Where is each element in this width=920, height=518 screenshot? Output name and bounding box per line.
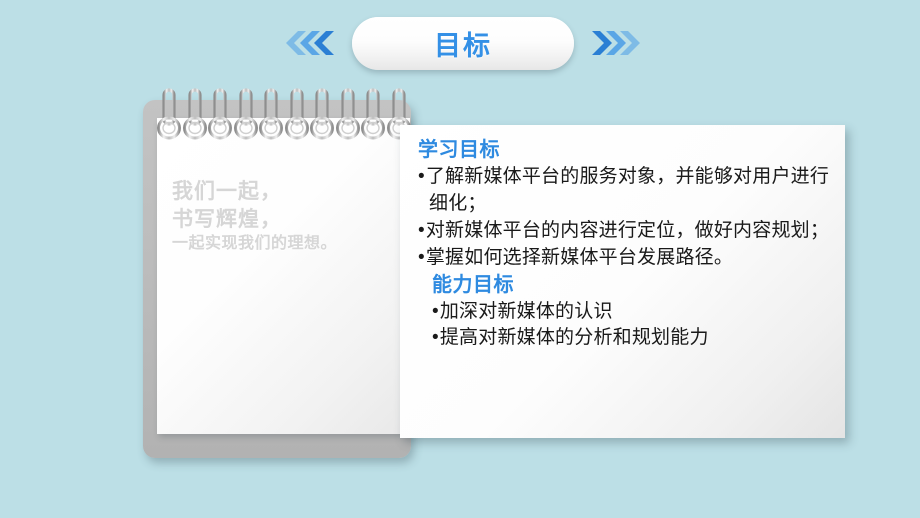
spiral-ring [284, 88, 310, 142]
slide-header: 目标 [0, 0, 920, 90]
spiral-ring [207, 88, 233, 142]
spiral-ring [182, 88, 208, 142]
spiral-ring [309, 88, 335, 142]
watermark-line-2: 书写辉煌， [172, 207, 282, 231]
section-ability-objectives: 能力目标 加深对新媒体的认识 提高对新媒体的分析和规划能力 [418, 272, 831, 351]
notepad-page [157, 118, 410, 434]
watermark-line-3: 一起实现我们的理想。 [172, 235, 338, 253]
spiral-ring [156, 88, 182, 142]
watermark-line-1: 我们一起， [172, 180, 282, 203]
notepad-watermark-text: 我们一起， 书写辉煌， 一起实现我们的理想。 [172, 178, 407, 255]
slide-title-pill: 目标 [352, 17, 574, 70]
chevrons-left-icon [282, 30, 338, 56]
notepad-graphic [143, 88, 411, 458]
list-item: 掌握如何选择新媒体平台发展路径。 [418, 245, 831, 272]
spiral-ring [258, 88, 284, 142]
list-item: 对新媒体平台的内容进行定位，做好内容规划； [418, 218, 831, 245]
list-item: 加深对新媒体的认识 [432, 299, 831, 325]
spiral-ring [335, 88, 361, 142]
section-heading-ability: 能力目标 [432, 273, 514, 296]
list-item: 了解新媒体平台的服务对象，并能够对用户进行细化； [418, 164, 831, 218]
list-item: 提高对新媒体的分析和规划能力 [432, 325, 831, 351]
ability-objectives-list: 加深对新媒体的认识 提高对新媒体的分析和规划能力 [418, 299, 831, 351]
spiral-ring [360, 88, 386, 142]
learning-objectives-list: 了解新媒体平台的服务对象，并能够对用户进行细化； 对新媒体平台的内容进行定位，做… [418, 164, 831, 272]
objectives-content-panel: 学习目标 了解新媒体平台的服务对象，并能够对用户进行细化； 对新媒体平台的内容进… [400, 125, 845, 438]
section-learning-objectives: 学习目标 了解新媒体平台的服务对象，并能够对用户进行细化； 对新媒体平台的内容进… [418, 137, 831, 272]
section-heading-learning: 学习目标 [418, 139, 500, 161]
chevrons-right-icon [588, 30, 644, 56]
spiral-ring [233, 88, 259, 142]
notepad-spiral-rings [143, 88, 411, 144]
page-title: 目标 [434, 31, 492, 61]
